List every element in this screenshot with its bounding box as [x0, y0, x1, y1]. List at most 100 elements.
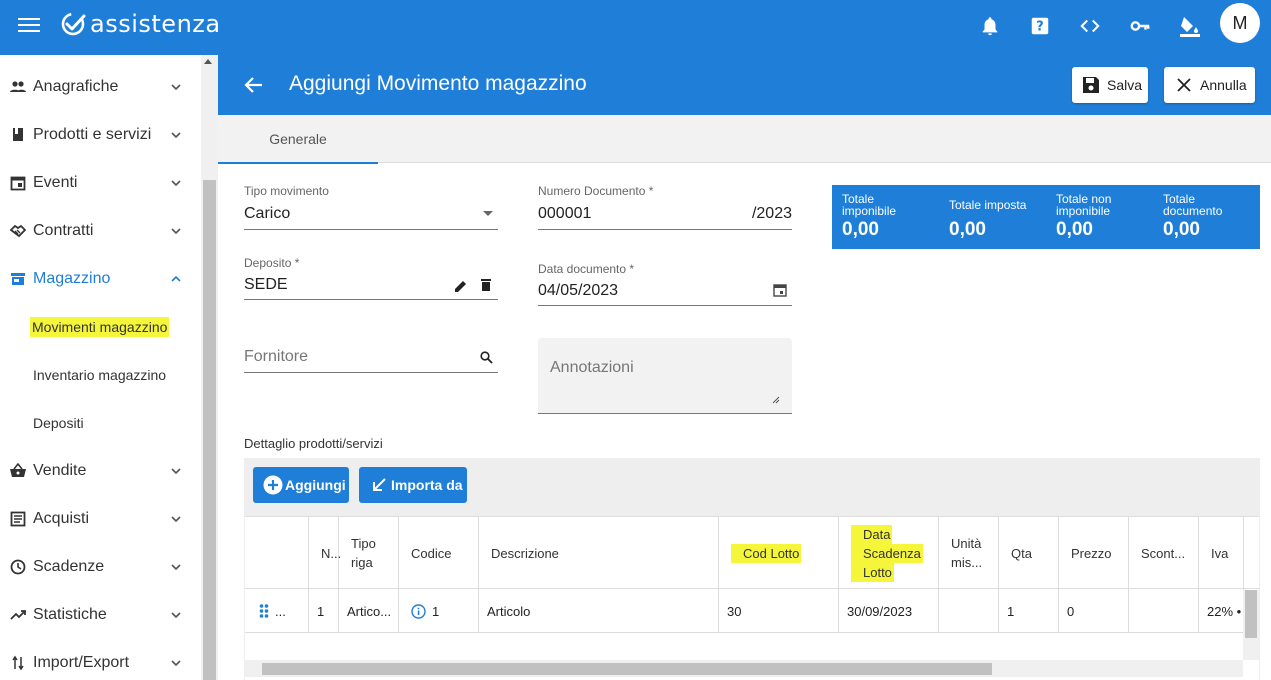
grid-header-tipo-riga[interactable]: Tipo riga [339, 517, 399, 589]
chevron-down-icon [171, 180, 181, 187]
cell-value: 1 [432, 603, 440, 619]
menu-icon[interactable] [18, 14, 40, 34]
tab-bar: Generale [218, 115, 1271, 164]
grid-header-iva[interactable]: Iva [1199, 517, 1244, 589]
sidebar-item-anagrafiche[interactable]: Anagrafiche [0, 67, 200, 107]
grid-horizontal-scrollbar-thumb[interactable] [262, 663, 992, 675]
chevron-down-icon [171, 468, 181, 475]
help-icon[interactable]: ? [1027, 13, 1053, 39]
row-handle-cell[interactable]: ... [245, 589, 309, 633]
numero-documento-value: 000001 [538, 205, 592, 222]
store-icon [11, 273, 25, 285]
grid-header-n[interactable]: N... [309, 517, 341, 589]
cell-value: Artico... [347, 603, 392, 619]
deposito-field[interactable]: Deposito * SEDE [244, 254, 498, 300]
paint-bucket-icon[interactable] [1177, 13, 1203, 39]
trending-icon [10, 610, 26, 620]
save-icon [1083, 77, 1099, 93]
sidebar-subitem-inventario[interactable]: Inventario magazzino [0, 355, 200, 395]
sidebar-item-statistiche[interactable]: Statistiche [0, 595, 200, 635]
total-label: imponibile [1056, 204, 1111, 218]
app-logo[interactable]: assistenza [60, 10, 221, 38]
cell-value: 1 [1007, 603, 1015, 619]
table-row[interactable]: ... 1 Artico... 1 Articolo 30 30/09/2023… [245, 589, 1259, 633]
swap-icon [12, 655, 24, 671]
row-iva-cell[interactable]: 22% • [1199, 589, 1244, 633]
resize-handle-icon[interactable] [772, 396, 780, 404]
column-label: Unità [951, 536, 982, 551]
chevron-down-icon [171, 612, 181, 619]
add-row-button[interactable]: Aggiungi [253, 467, 349, 503]
delete-icon[interactable] [480, 278, 492, 292]
row-n-cell[interactable]: 1 [309, 589, 339, 633]
save-button[interactable]: Salva [1072, 67, 1148, 103]
column-label: Data [851, 524, 893, 544]
sidebar-item-acquisti[interactable]: Acquisti [0, 499, 200, 539]
sidebar-subitem-movimenti[interactable]: Movimenti magazzino [0, 307, 200, 347]
sidebar-item-magazzino[interactable]: Magazzino [0, 259, 200, 299]
back-arrow-icon[interactable] [244, 75, 264, 95]
avatar-initial: M [1232, 12, 1248, 33]
tipo-movimento-select[interactable]: Tipo movimento Carico [244, 182, 498, 230]
sidebar-item-contratti[interactable]: Contratti [0, 211, 200, 251]
chevron-up-icon [171, 275, 181, 282]
sidebar-item-import-export[interactable]: Import/Export [0, 643, 200, 680]
grid-header-cod-lotto[interactable]: Cod Lotto [719, 517, 839, 589]
total-non-imponibile: Totale non imponibile 0,00 [1046, 185, 1153, 249]
grid-header-sconto[interactable]: Scont... [1129, 517, 1199, 589]
sidebar-subitem-depositi[interactable]: Depositi [0, 403, 200, 443]
grid-header-data-scadenza-lotto[interactable]: Data Scadenza Lotto [839, 517, 939, 589]
total-value: 0,00 [1056, 219, 1093, 240]
cancel-button[interactable]: Annulla [1164, 67, 1255, 103]
row-unita-cell[interactable] [939, 589, 999, 633]
bell-icon[interactable] [977, 13, 1003, 39]
sidebar-item-eventi[interactable]: Eventi [0, 163, 200, 203]
edit-icon[interactable] [454, 279, 468, 293]
grid-header-codice[interactable]: Codice [399, 517, 479, 589]
sidebar-item-vendite[interactable]: Vendite [0, 451, 200, 491]
cell-value: 0 [1067, 603, 1075, 619]
column-label: Lotto [851, 562, 894, 582]
code-icon[interactable] [1077, 13, 1103, 39]
row-sconto-cell[interactable] [1129, 589, 1199, 633]
row-descrizione-cell[interactable]: Articolo [479, 589, 719, 633]
sidebar-item-scadenze[interactable]: Scadenze [0, 547, 200, 587]
search-icon[interactable] [480, 351, 493, 364]
numero-documento-field[interactable]: Numero Documento * 000001 /2023 [538, 182, 792, 230]
calendar-icon[interactable] [773, 283, 787, 297]
calendar-icon [10, 176, 26, 191]
sidebar: Anagrafiche Prodotti e servizi Eventi Co… [0, 55, 218, 680]
import-button[interactable]: Importa da [359, 467, 467, 503]
drag-handle-icon[interactable] [259, 603, 269, 619]
sidebar-scrollbar-thumb[interactable] [203, 180, 216, 680]
grid-header-descrizione[interactable]: Descrizione [479, 517, 719, 589]
row-tipo-cell[interactable]: Artico... [339, 589, 399, 633]
data-documento-field[interactable]: Data documento * 04/05/2023 [538, 260, 792, 306]
tipo-movimento-value: Carico [244, 205, 291, 222]
sidebar-item-label: Anagrafiche [33, 78, 119, 95]
add-circle-icon [263, 475, 283, 495]
grid-vertical-scrollbar-thumb[interactable] [1245, 590, 1257, 638]
column-label: Scadenza [851, 543, 923, 563]
grid-header-qta[interactable]: Qta [999, 517, 1059, 589]
total-documento: Totale documento 0,00 [1153, 185, 1260, 249]
tab-generale[interactable]: Generale [218, 115, 378, 164]
detail-grid: N... Tipo riga Codice Descrizione Cod Lot… [245, 516, 1259, 680]
grid-header-prezzo[interactable]: Prezzo [1059, 517, 1129, 589]
numero-documento-label: Numero Documento * [538, 184, 654, 198]
row-lotto-cell[interactable]: 30 [719, 589, 839, 633]
key-icon[interactable] [1127, 13, 1153, 39]
avatar[interactable]: M [1220, 3, 1260, 43]
row-prezzo-cell[interactable]: 0 [1059, 589, 1129, 633]
row-qta-cell[interactable]: 1 [999, 589, 1059, 633]
sidebar-scroll-up-icon[interactable] [204, 59, 212, 64]
grid-header-unita[interactable]: Unità mis... [939, 517, 999, 589]
row-codice-cell[interactable]: 1 [399, 589, 479, 633]
tipo-movimento-label: Tipo movimento [244, 184, 329, 198]
info-icon[interactable] [411, 603, 426, 619]
fornitore-input[interactable]: Fornitore [244, 342, 498, 373]
sidebar-subitem-label: Inventario magazzino [33, 367, 167, 383]
row-scadenza-cell[interactable]: 30/09/2023 [839, 589, 939, 633]
annotazioni-textarea[interactable]: Annotazioni [538, 338, 792, 414]
sidebar-item-prodotti[interactable]: Prodotti e servizi [0, 115, 200, 155]
